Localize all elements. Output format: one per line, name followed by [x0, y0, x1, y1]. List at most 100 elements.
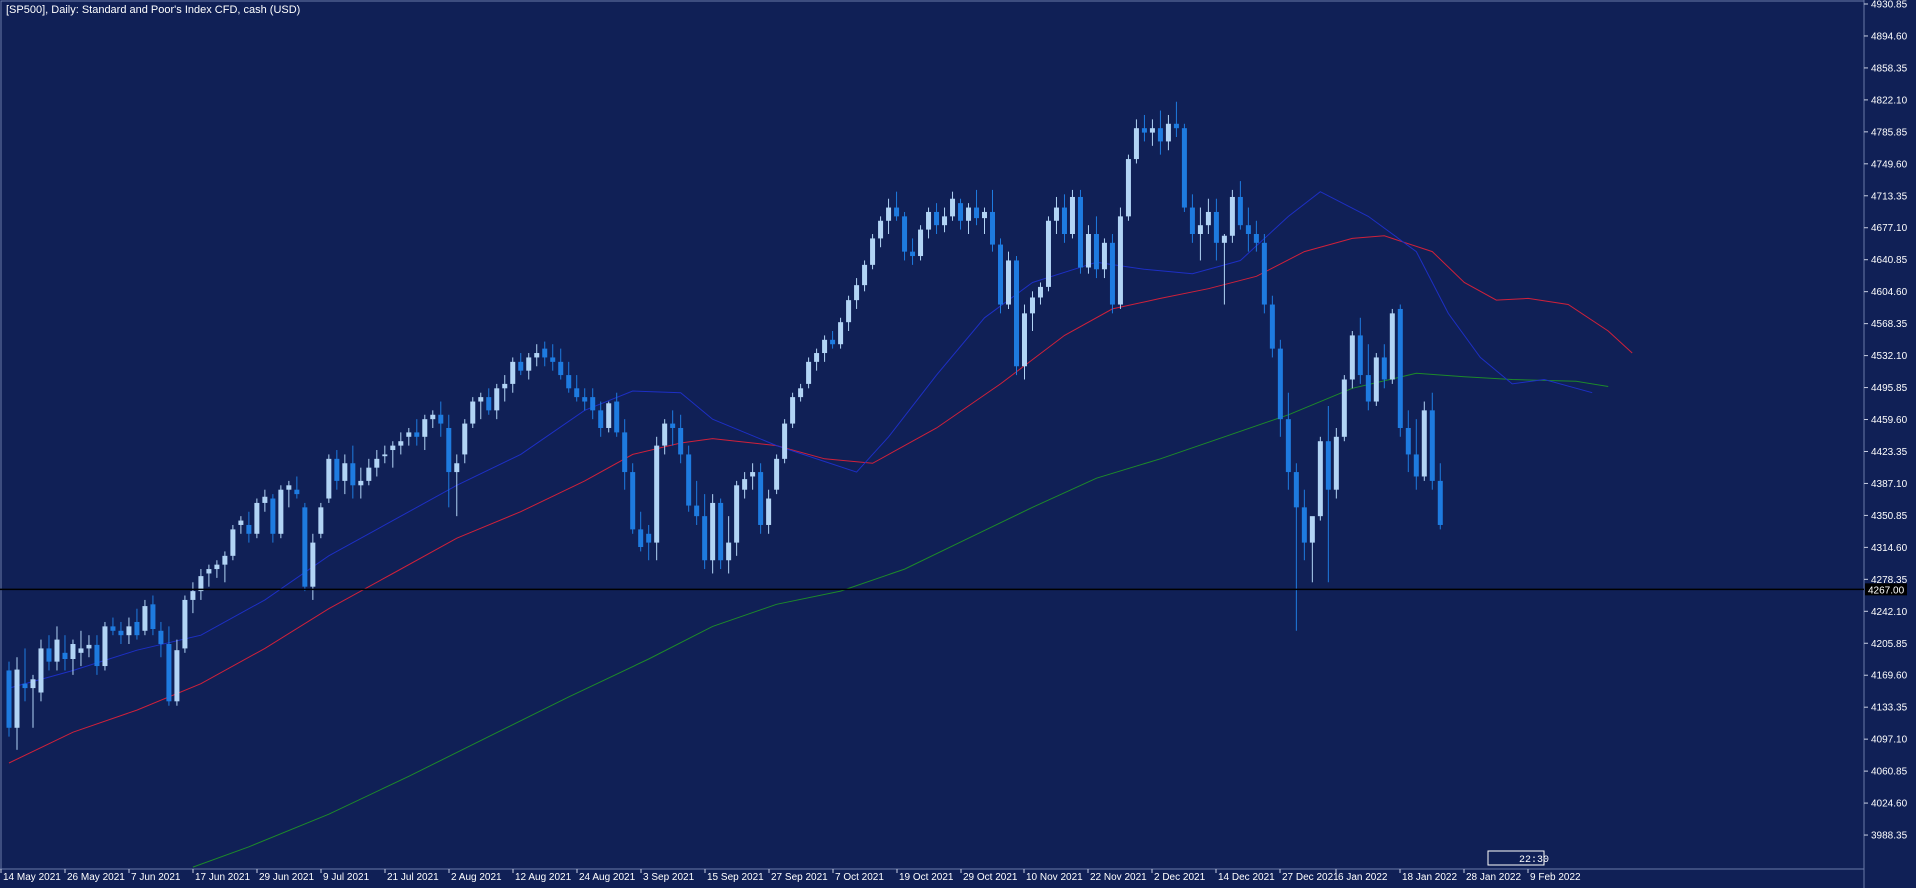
candle-body [710, 502, 716, 561]
candle-body [566, 375, 572, 389]
candle-body [702, 516, 708, 561]
candle-body [742, 479, 748, 490]
candle-body [582, 397, 588, 402]
candle-body [782, 423, 788, 459]
candle-body [654, 445, 660, 543]
candle-body [1293, 472, 1299, 508]
y-tick-label: 4604.60 [1871, 287, 1908, 298]
candle [606, 401, 612, 433]
candle-body [1006, 260, 1011, 305]
candle-body [326, 458, 332, 499]
candle [230, 524, 236, 561]
candle [1077, 189, 1083, 274]
candle-body [222, 555, 228, 565]
candle [998, 238, 1004, 314]
candle-body [910, 251, 916, 257]
candle-body [1117, 216, 1123, 305]
candle-body [1189, 207, 1195, 235]
x-tick-label: 15 Sep 2021 [707, 872, 764, 883]
x-tick-label: 9 Feb 2022 [1530, 872, 1581, 883]
candle-body [1157, 128, 1163, 142]
candle-body [406, 432, 412, 437]
candle-body [454, 463, 460, 473]
candle-body [1253, 234, 1259, 243]
candle-body [558, 361, 564, 376]
candle-body [54, 639, 60, 662]
candle-body [886, 207, 892, 221]
y-tick-label: 4459.60 [1871, 415, 1908, 426]
candle-body [1381, 357, 1387, 380]
candle-body [1149, 128, 1155, 133]
candle [870, 234, 876, 270]
candle-body [822, 339, 828, 354]
candle [758, 463, 764, 534]
candle-body [1397, 308, 1403, 428]
candle-body [590, 397, 596, 411]
candle-body [1077, 196, 1083, 268]
candle-body [214, 564, 220, 570]
candle-body [718, 502, 724, 561]
y-tick-label: 4532.10 [1871, 351, 1908, 362]
x-tick-label: 7 Jun 2021 [131, 872, 181, 883]
candle-body [974, 207, 980, 219]
candle-body [1285, 419, 1291, 473]
chart-title: [SP500], Daily: Standard and Poor's Inde… [6, 4, 300, 16]
y-tick-label: 4169.60 [1871, 671, 1908, 682]
x-tick-label: 24 Aug 2021 [579, 872, 636, 883]
candle [302, 502, 308, 592]
candle-body [1101, 242, 1107, 270]
candle-body [1373, 357, 1379, 402]
y-tick-label: 4858.35 [1871, 63, 1908, 74]
candle-body [30, 679, 36, 689]
candle-body [6, 670, 12, 728]
candle-body [526, 357, 532, 371]
candle [918, 225, 924, 261]
x-tick-label: 21 Jul 2021 [387, 872, 439, 883]
y-tick-label: 4350.85 [1871, 511, 1908, 522]
candle-body [382, 454, 388, 457]
candle-body [150, 604, 156, 630]
candle-body [830, 339, 836, 345]
candle-body [750, 472, 756, 477]
candle [790, 392, 796, 428]
candle [1109, 234, 1115, 314]
candle-body [1317, 441, 1323, 517]
candle [1389, 308, 1395, 384]
x-tick-label: 29 Jun 2021 [259, 872, 314, 883]
x-tick-label: 2 Dec 2021 [1154, 872, 1206, 883]
candle [470, 397, 476, 428]
candle-body [446, 427, 452, 473]
candle [1373, 353, 1379, 406]
candle [38, 639, 44, 702]
candle-body [102, 626, 108, 667]
candle-body [862, 264, 868, 286]
x-tick-label: 27 Sep 2021 [771, 872, 828, 883]
x-tick-label: 14 Dec 2021 [1218, 872, 1275, 883]
candle-body [1165, 123, 1171, 142]
candle [278, 485, 284, 539]
x-tick-label: 17 Jun 2021 [195, 872, 250, 883]
candle-body [574, 388, 580, 398]
candle-body [870, 238, 876, 265]
x-tick-label: 7 Oct 2021 [835, 872, 884, 883]
y-tick-label: 4242.10 [1871, 607, 1908, 618]
candle-body [1341, 379, 1347, 437]
x-tick-label: 6 Jan 2022 [1338, 872, 1388, 883]
candle-body [1029, 297, 1035, 314]
candle-body [1205, 211, 1211, 226]
candle-body [614, 401, 620, 433]
candle [654, 436, 660, 561]
chart-background [0, 0, 1916, 888]
candle [1333, 427, 1339, 499]
candle-body [390, 445, 396, 451]
candle-body [494, 388, 500, 411]
candle-body [422, 419, 428, 437]
candle-body [1229, 196, 1235, 236]
candle-body [638, 529, 644, 548]
y-tick-label: 4568.35 [1871, 319, 1908, 330]
x-tick-label: 27 Dec 2021 [1282, 872, 1339, 883]
price-chart[interactable]: 4267.00 4930.85 4894.60 4858.35 4822.10 4785… [0, 0, 1916, 888]
candle-body [726, 542, 732, 561]
candle-body [950, 198, 956, 217]
candle [782, 419, 788, 464]
